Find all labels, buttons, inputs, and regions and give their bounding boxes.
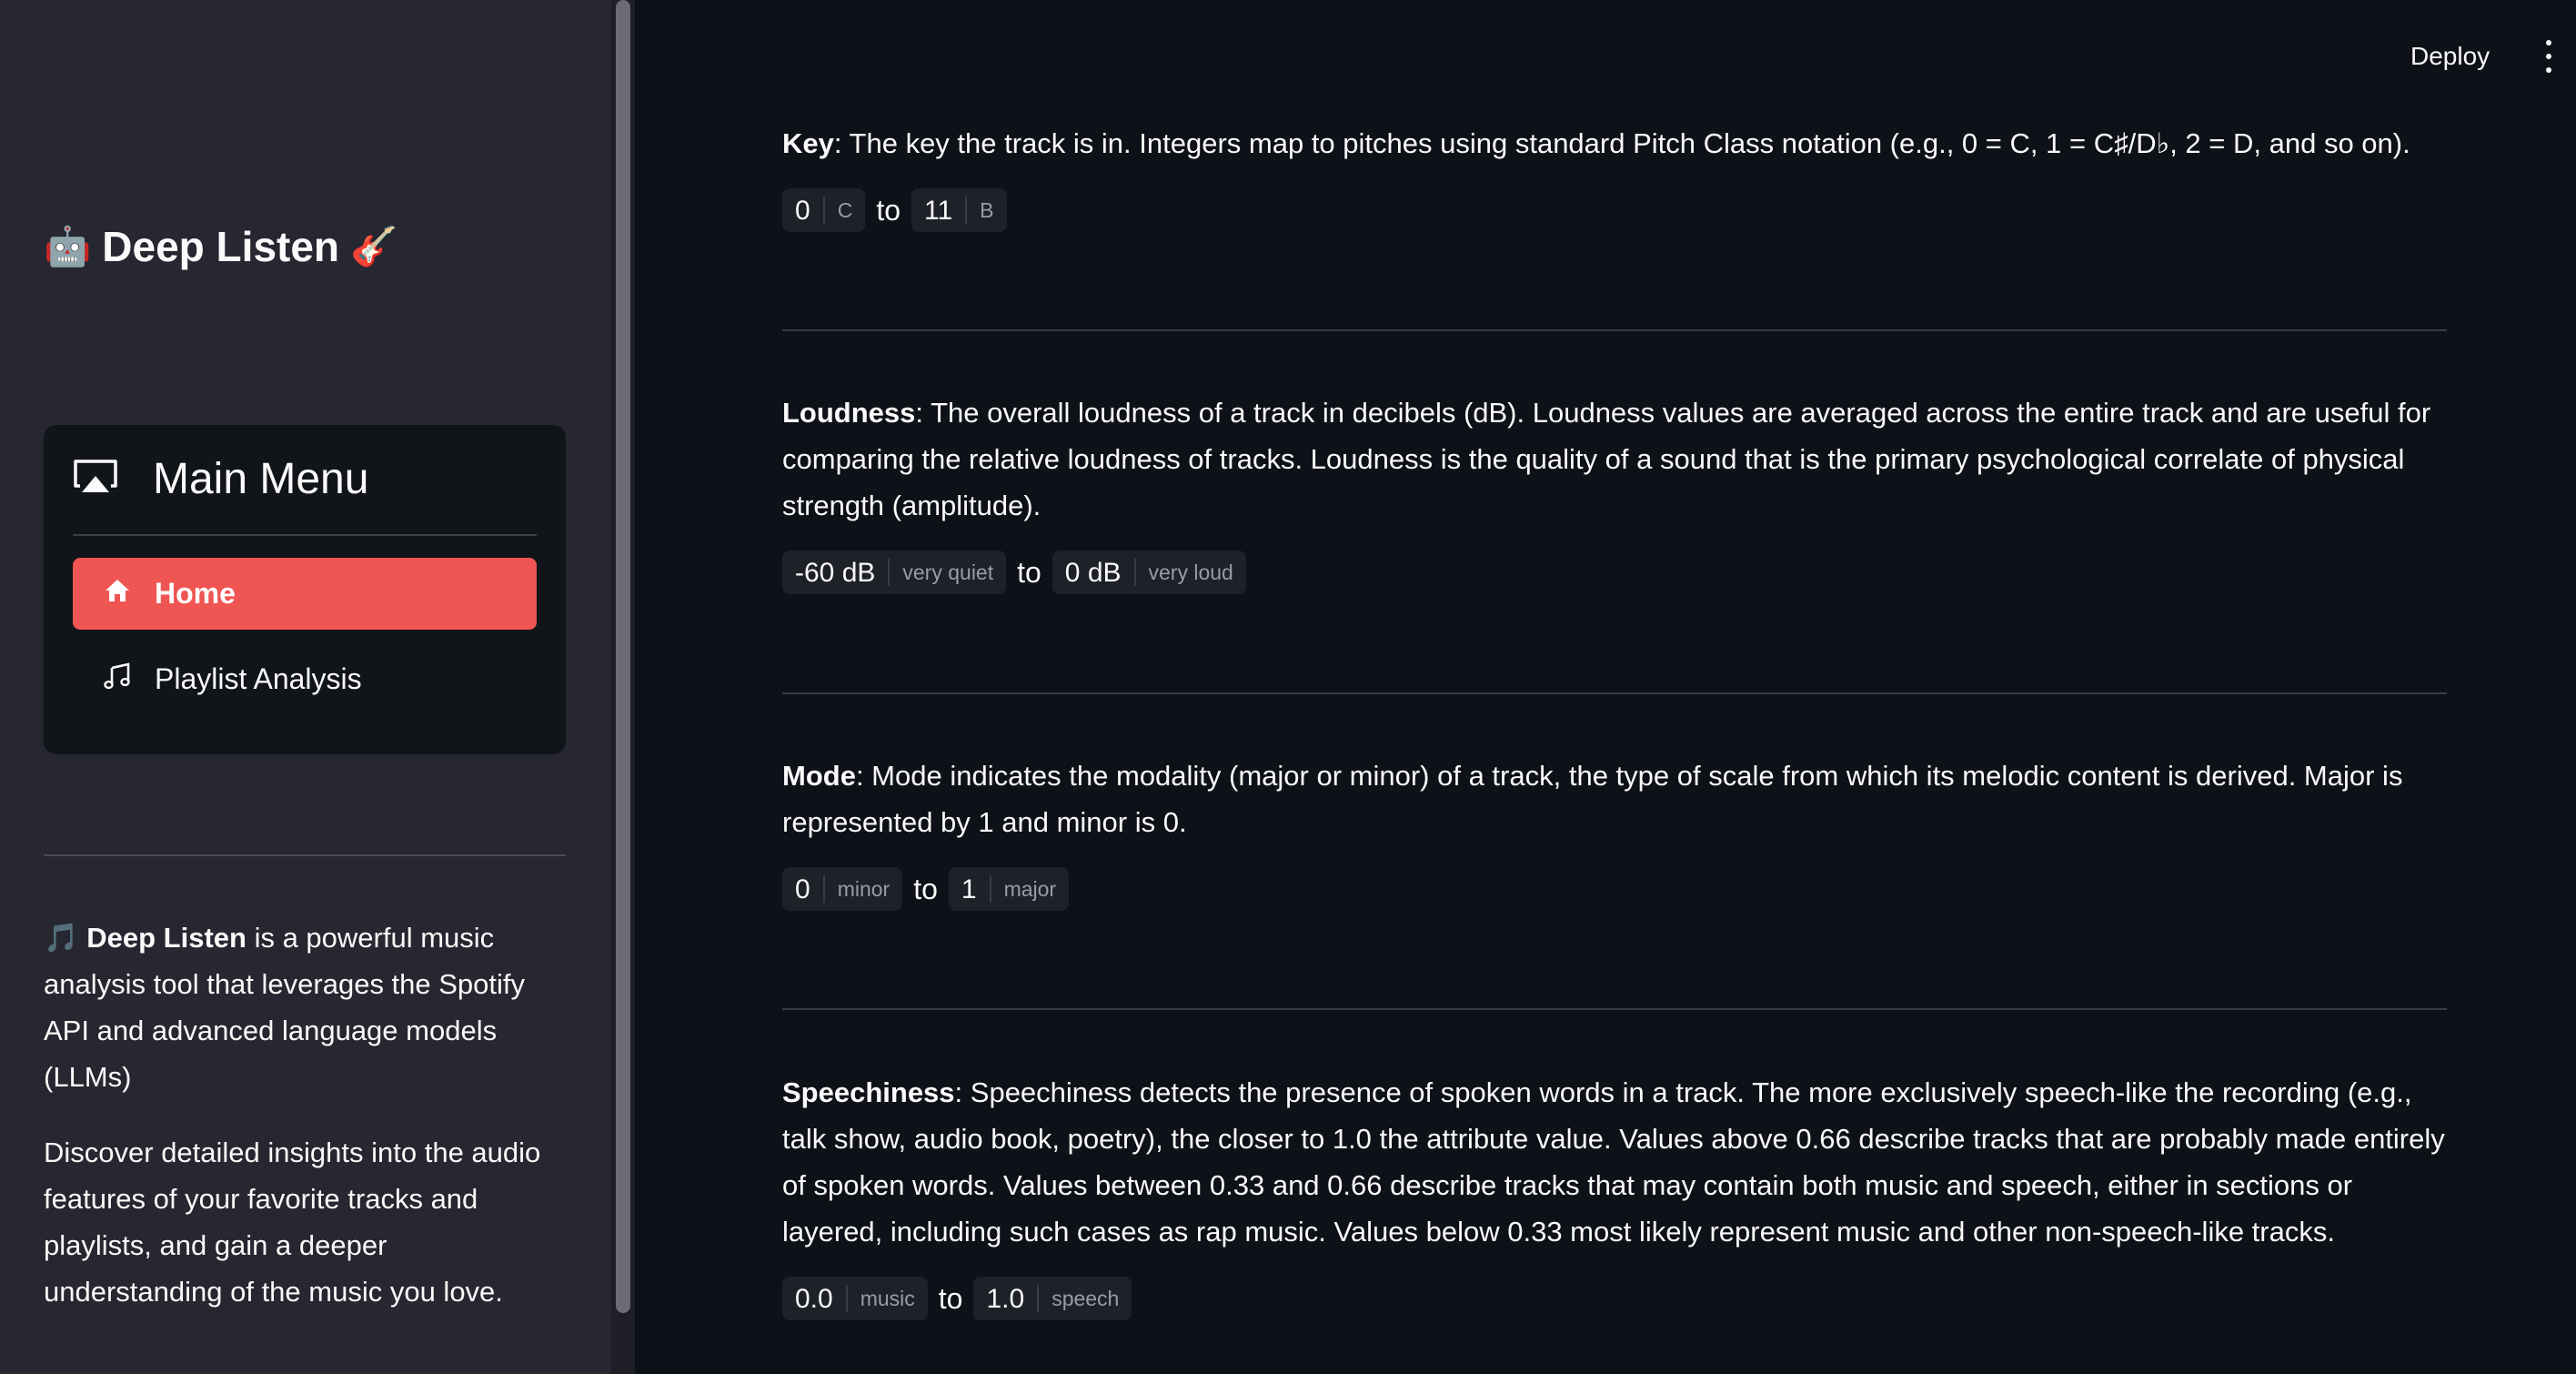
menu-title: Main Menu	[153, 454, 369, 503]
chip-value: 1	[961, 874, 977, 904]
robot-icon: 🤖	[44, 225, 92, 268]
app-title: 🤖 Deep Listen 🎸	[44, 222, 397, 271]
min-value-chip: -60 dB very quiet	[782, 551, 1007, 594]
feature-text: : The overall loudness of a track in dec…	[782, 397, 2431, 521]
music-notes-icon: 🎵	[44, 922, 79, 954]
value-range: -60 dB very quiet to 0 dB very loud	[782, 551, 2447, 594]
max-value-chip: 1 major	[948, 867, 1070, 911]
menu-item-label: Playlist Analysis	[155, 662, 362, 695]
range-to: to	[1017, 555, 1041, 589]
feature-term: Loudness	[782, 397, 916, 429]
about-intro: 🎵 Deep Listen is a powerful music analys…	[44, 914, 571, 1100]
menu-header: Main Menu	[73, 452, 537, 505]
chip-value: 1.0	[986, 1283, 1025, 1314]
app-title-text: Deep Listen	[102, 223, 340, 270]
chip-value: -60 dB	[795, 557, 876, 588]
chip-label: very loud	[1148, 560, 1233, 584]
app-root: 🤖 Deep Listen 🎸 Main Menu Home Playlist …	[0, 0, 2576, 1374]
feature-text: : The key the track is in. Integers map …	[833, 127, 2410, 159]
chip-label: music	[860, 1286, 915, 1310]
menu-item-home[interactable]: Home	[73, 558, 537, 630]
deploy-button[interactable]: Deploy	[2410, 36, 2490, 76]
min-value-chip: 0 minor	[782, 867, 903, 911]
menu-item-label: Home	[155, 577, 236, 610]
min-value-chip: 0C	[782, 188, 866, 232]
feature-key: Key: The key the track is in. Integers m…	[782, 120, 2447, 232]
chip-label: major	[1003, 876, 1057, 901]
feature-loudness: Loudness: The overall loudness of a trac…	[782, 389, 2447, 594]
chip-label: C	[837, 197, 853, 222]
guitar-icon: 🎸	[350, 225, 398, 268]
max-value-chip: 11 B	[911, 188, 1007, 232]
range-to: to	[913, 872, 938, 905]
house-icon	[104, 577, 131, 611]
menu-item-playlist-analysis[interactable]: Playlist Analysis	[73, 643, 537, 715]
chip-value: 0	[795, 195, 810, 226]
max-value-chip: 1.0 speech	[973, 1277, 1132, 1320]
feature-speechiness: Speechiness: Speechiness detects the pre…	[782, 1069, 2447, 1320]
feature-mode: Mode: Mode indicates the modality (major…	[782, 753, 2447, 911]
section-divider	[782, 329, 2447, 331]
feature-description: Key: The key the track is in. Integers m…	[782, 120, 2447, 167]
about-app-name: Deep Listen	[86, 922, 247, 954]
section-divider	[782, 692, 2447, 694]
airplay-icon	[73, 459, 118, 500]
sidebar: 🤖 Deep Listen 🎸 Main Menu Home Playlist …	[0, 0, 611, 1374]
about-text: 🎵 Deep Listen is a powerful music analys…	[44, 914, 571, 1315]
chip-label: speech	[1052, 1286, 1120, 1310]
range-to: to	[876, 193, 901, 227]
feature-description: Loudness: The overall loudness of a trac…	[782, 389, 2447, 529]
value-range: 0C to 11 B	[782, 188, 2447, 232]
chip-value: 0.0	[795, 1283, 833, 1314]
music-note-icon	[104, 662, 131, 697]
sidebar-scrollbar-thumb[interactable]	[616, 0, 630, 1313]
main-menu: Main Menu Home Playlist Analysis	[44, 425, 566, 754]
feature-term: Mode	[782, 760, 856, 792]
about-paragraph: Discover detailed insights into the audi…	[44, 1137, 541, 1308]
chip-label: B	[980, 197, 994, 222]
menu-divider	[73, 534, 537, 536]
feature-text: : Mode indicates the modality (major or …	[782, 760, 2403, 838]
more-options-icon[interactable]	[2538, 40, 2560, 73]
feature-description: Mode: Mode indicates the modality (major…	[782, 753, 2447, 845]
feature-description: Speechiness: Speechiness detects the pre…	[782, 1069, 2447, 1255]
chip-label: minor	[837, 876, 891, 901]
value-range: 0.0 music to 1.0 speech	[782, 1277, 2447, 1320]
feature-term: Key	[782, 127, 834, 159]
feature-text: : Speechiness detects the presence of sp…	[782, 1076, 2445, 1248]
value-range: 0 minor to 1 major	[782, 867, 2447, 911]
range-to: to	[938, 1281, 963, 1315]
section-divider	[782, 1008, 2447, 1010]
feature-term: Speechiness	[782, 1076, 955, 1108]
chip-value: 11	[924, 195, 953, 226]
min-value-chip: 0.0 music	[782, 1277, 928, 1320]
chip-value: 0	[795, 874, 810, 904]
sidebar-divider	[44, 854, 566, 856]
chip-label: very quiet	[902, 560, 994, 584]
max-value-chip: 0 dB very loud	[1052, 551, 1246, 594]
chip-value: 0 dB	[1064, 557, 1122, 588]
